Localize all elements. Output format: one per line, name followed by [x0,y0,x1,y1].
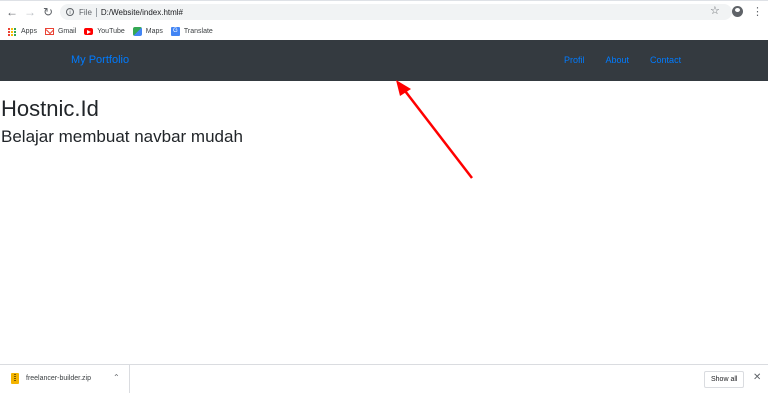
page-viewport: My Portfolio Profil About Contact Hostni… [0,40,768,364]
star-icon[interactable]: ☆ [710,4,720,17]
browser-window: ← → ↻ i File D:/Website/index.html# ☆ ⋮ … [0,0,768,393]
annotation-arrow-line [401,86,473,179]
chevron-up-icon[interactable]: ⌃ [113,373,120,382]
info-icon[interactable]: i [66,8,74,16]
bookmark-gmail[interactable]: Gmail [44,28,77,35]
nav-link-about[interactable]: About [606,55,630,65]
apps-grid-icon [8,27,16,36]
show-all-button[interactable]: Show all [704,371,745,388]
bookmark-apps[interactable]: Apps [8,27,37,36]
annotation-arrow-head [396,80,411,96]
address-bar[interactable]: i File D:/Website/index.html# [60,4,732,20]
bookmark-label: Gmail [57,28,77,35]
gmail-icon [44,28,54,35]
menu-dots-icon[interactable]: ⋮ [752,4,763,20]
page-heading: Hostnic.Id [1,96,99,121]
annotation-arrow [396,80,473,179]
youtube-icon [84,28,94,35]
maps-icon [132,27,142,36]
bookmark-youtube[interactable]: YouTube [84,28,125,35]
download-shelf: freelancer-builder.zip ⌃ Show all ✕ [0,364,768,393]
site-navbar: My Portfolio Profil About Contact [0,40,768,81]
reload-button[interactable]: ↻ [40,4,56,20]
translate-icon: G [170,27,180,36]
page-subheading: Belajar membuat navbar mudah [1,127,243,146]
profile-icon[interactable] [732,6,743,17]
forward-button[interactable]: → [22,4,38,20]
nav-link-profil[interactable]: Profil [564,55,585,65]
nav-link-contact[interactable]: Contact [650,55,681,65]
arrow-right-icon: → [24,5,36,19]
bookmark-maps[interactable]: Maps [132,27,163,36]
url-separator [95,7,97,17]
bookmark-translate[interactable]: G Translate [170,27,213,36]
close-icon[interactable]: ✕ [753,372,761,383]
browser-toolbar: ← → ↻ i File D:/Website/index.html# ☆ ⋮ [0,0,768,23]
bookmark-label: Maps [145,28,163,35]
bookmark-label: Translate [183,28,213,35]
download-item[interactable]: freelancer-builder.zip ⌃ [0,365,130,393]
back-button[interactable]: ← [4,4,20,20]
reload-icon: ↻ [42,5,54,19]
bookmarks-bar: Apps Gmail YouTube Maps G Translate [0,23,768,40]
url-text[interactable]: D:/Website/index.html# [101,8,183,17]
navbar-links: Profil About Contact [564,55,702,65]
bookmark-label: YouTube [97,28,125,35]
url-scheme-label: File [79,7,92,17]
zip-file-icon [11,373,19,384]
download-file-name: freelancer-builder.zip [26,375,91,382]
navbar-brand-link[interactable]: My Portfolio [71,54,129,66]
arrow-left-icon: ← [6,5,18,19]
bookmark-label: Apps [21,28,37,35]
